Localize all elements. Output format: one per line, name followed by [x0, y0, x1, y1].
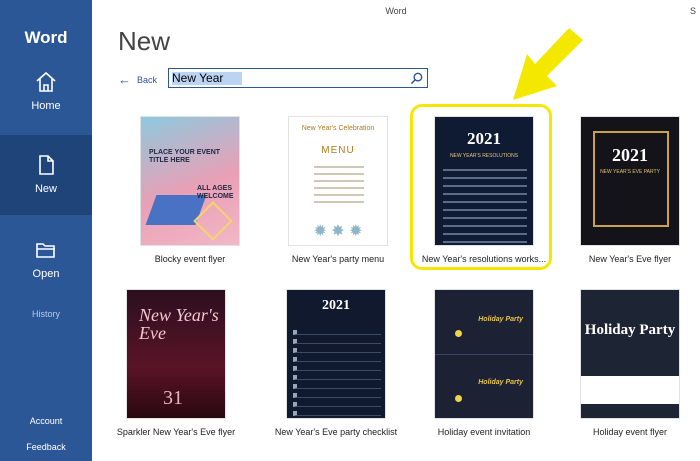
- thumb-text: 2021: [322, 298, 350, 313]
- template-thumbnail: 2021 NEW YEAR'S EVE PARTY: [580, 116, 680, 246]
- template-thumbnail: 2021 NEW YEAR'S RESOLUTIONS: [434, 116, 534, 246]
- app-brand: Word: [24, 28, 68, 47]
- home-icon: [36, 71, 56, 92]
- thumb-panel: Holiday Party: [435, 354, 533, 418]
- search-icon[interactable]: [409, 71, 424, 86]
- template-thumbnail: New Year's Eve 31: [126, 289, 226, 419]
- back-button[interactable]: ← Back: [118, 72, 157, 87]
- template-search-box[interactable]: [168, 68, 428, 88]
- template-label: New Year's resolutions works...: [421, 254, 547, 264]
- template-tile[interactable]: 2021 New Year's Eve party checklist: [266, 289, 406, 437]
- annotation-arrow-icon: [513, 28, 583, 100]
- template-tile[interactable]: 2021 NEW YEAR'S RESOLUTIONS New Year's r…: [414, 116, 554, 264]
- thumb-text: MENU: [321, 145, 355, 156]
- folder-icon: [36, 243, 55, 258]
- firework-icon: ✹ ✸ ✹: [313, 223, 363, 240]
- window-title: Word: [385, 6, 407, 16]
- template-label: Holiday event flyer: [592, 427, 668, 437]
- thumb-dot: [455, 330, 462, 337]
- nav-feedback[interactable]: Feedback: [0, 442, 92, 452]
- thumb-text: ALL AGES WELCOME: [197, 185, 234, 200]
- nav-new-label: New: [34, 183, 57, 195]
- thumb-text: NEW YEAR'S RESOLUTIONS: [449, 153, 519, 159]
- nav-history[interactable]: History: [0, 309, 92, 319]
- thumb-text: 2021: [612, 145, 648, 165]
- backstage-sidebar: Word Home New Open History Account Feedb: [0, 0, 92, 461]
- template-label: New Year's party menu: [291, 254, 385, 264]
- template-label: New Year's Eve flyer: [588, 254, 672, 264]
- thumb-text: New Year's Eve: [139, 305, 219, 343]
- template-tile[interactable]: New Year's Eve 31 Sparkler New Year's Ev…: [106, 289, 246, 437]
- thumb-info-band: [581, 376, 679, 404]
- template-label: New Year's Eve party checklist: [274, 427, 398, 437]
- thumb-checkbox-rows: [293, 326, 381, 418]
- nav-new[interactable]: New: [0, 135, 92, 215]
- template-tile[interactable]: Holiday Party Holiday Party Holiday even…: [414, 289, 554, 437]
- nav-account[interactable]: Account: [0, 416, 92, 426]
- back-arrow-icon: ←: [118, 72, 131, 87]
- template-thumbnail: New Year's Celebration MENU ✹ ✸ ✹: [288, 116, 388, 246]
- thumb-lines: [443, 163, 527, 245]
- template-label: Sparkler New Year's Eve flyer: [116, 427, 236, 437]
- search-input[interactable]: [169, 69, 403, 87]
- template-tile[interactable]: 2021 NEW YEAR'S EVE PARTY New Year's Eve…: [560, 116, 700, 264]
- thumb-dot: [455, 395, 462, 402]
- template-thumbnail: Holiday Party: [580, 289, 680, 419]
- nav-open-label: Open: [32, 268, 60, 280]
- nav-home-label: Home: [31, 100, 61, 112]
- thumb-text: PLACE YOUR EVENT TITLE HERE: [149, 149, 221, 164]
- page-title: New: [118, 26, 171, 56]
- back-label: Back: [137, 74, 158, 85]
- thumb-text: New Year's Celebration: [301, 125, 375, 132]
- template-tile[interactable]: Holiday Party Holiday event flyer: [560, 289, 700, 437]
- thumb-panel: Holiday Party: [435, 290, 533, 354]
- template-tile[interactable]: PLACE YOUR EVENT TITLE HERE ALL AGES WEL…: [120, 116, 260, 264]
- thumb-text: 31: [163, 387, 183, 409]
- thumb-text: Holiday Party: [584, 322, 676, 338]
- new-document-icon: [39, 155, 54, 175]
- template-label: Blocky event flyer: [154, 254, 226, 264]
- word-new-screen: Word Home New Open History Account Feedb: [0, 0, 700, 461]
- template-thumbnail: Holiday Party Holiday Party: [434, 289, 534, 419]
- template-thumbnail: 2021: [286, 289, 386, 419]
- thumb-text: Holiday Party: [478, 379, 523, 386]
- thumb-text: Holiday Party: [478, 316, 523, 323]
- thumb-text: NEW YEAR'S EVE PARTY: [600, 169, 660, 175]
- nav-home[interactable]: Home: [0, 70, 92, 130]
- thumb-lines: [314, 161, 364, 208]
- thumb-text: 2021: [467, 129, 501, 148]
- template-tile[interactable]: New Year's Celebration MENU ✹ ✸ ✹ New Ye…: [268, 116, 408, 264]
- user-initial[interactable]: S: [690, 6, 696, 16]
- template-thumbnail: PLACE YOUR EVENT TITLE HERE ALL AGES WEL…: [140, 116, 240, 246]
- nav-open[interactable]: Open: [0, 238, 92, 288]
- template-label: Holiday event invitation: [437, 427, 531, 437]
